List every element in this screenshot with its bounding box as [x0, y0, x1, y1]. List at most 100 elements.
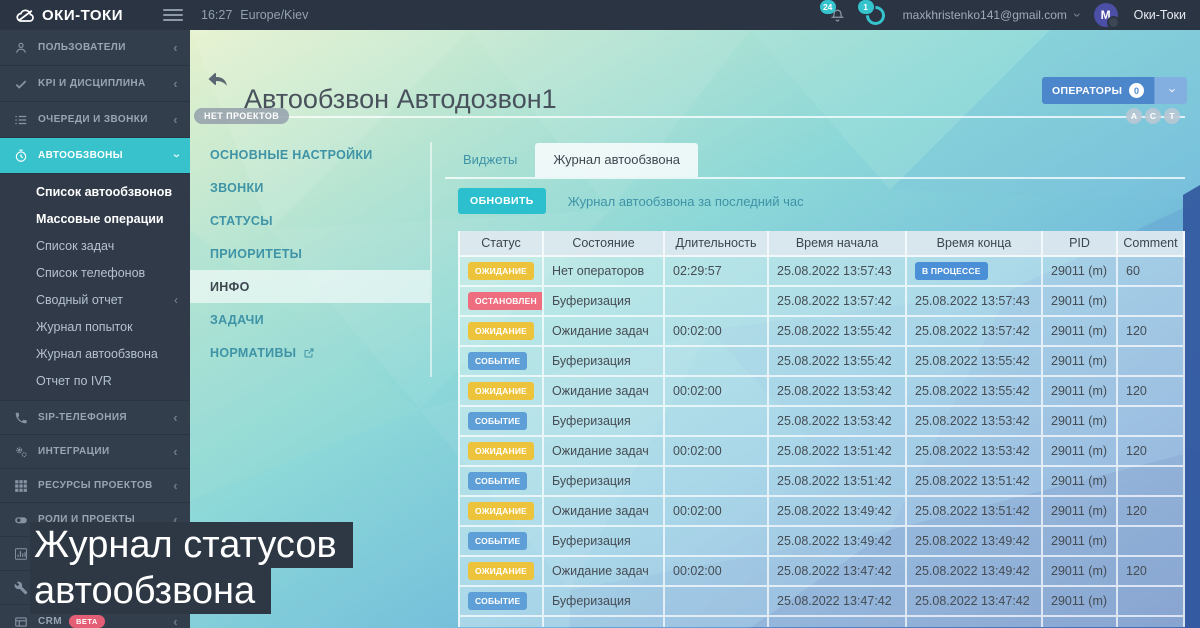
end-time-cell: 25.08.2022 13:49:42 [907, 527, 1043, 557]
sidebar-subitem-label: Отчет по IVR [36, 374, 112, 388]
column-header: Время конца [907, 231, 1043, 257]
sidebar-subitem[interactable]: Список телефонов [0, 259, 190, 286]
table-row: СОБЫТИЕБуферизация25.08.2022 13:53:4225.… [458, 407, 1185, 437]
tabs: ВиджетыЖурнал автообзвона [445, 142, 1185, 177]
status-cell: ОЖИДАНИЕ [458, 497, 544, 527]
tab-active[interactable]: Журнал автообзвона [535, 143, 698, 177]
sidebar-subitem-label: Список телефонов [36, 266, 145, 280]
sidebar-item[interactable]: АВТООБЗВОНЫ‹ [0, 138, 190, 174]
end-time-cell: 25.08.2022 13:53:42 [907, 437, 1043, 467]
state-cell: Буферизация [544, 407, 665, 437]
sidebar-item[interactable]: ОЧЕРЕДИ И ЗВОНКИ‹ [0, 102, 190, 138]
empty-cell [769, 617, 907, 627]
sidebar-item-label: АВТООБЗВОНЫ [38, 150, 123, 161]
operators-button-label: ОПЕРАТОРЫ [1052, 85, 1122, 97]
status-badge: В ПРОЦЕССЕ [915, 262, 988, 280]
sidebar-item-label: ОЧЕРЕДИ И ЗВОНКИ [38, 114, 148, 125]
letter-badge-t[interactable]: T [1164, 108, 1180, 124]
avatar[interactable]: M [1094, 3, 1118, 27]
sidebar-item[interactable]: SIP-ТЕЛЕФОНИЯ ‹ [0, 401, 190, 435]
subnav-item[interactable]: ЗВОНКИ [190, 171, 430, 204]
table-row: ОЖИДАНИЕОжидание задач00:02:0025.08.2022… [458, 317, 1185, 347]
tabs-divider [445, 177, 1185, 179]
table-row: ОЖИДАНИЕНет операторов02:29:5725.08.2022… [458, 257, 1185, 287]
table-row: ОЖИДАНИЕОжидание задач00:02:0025.08.2022… [458, 497, 1185, 527]
sidebar-item[interactable]: KPI И ДИСЦИПЛИНА‹ [0, 66, 190, 102]
subnav-item[interactable]: ПРИОРИТЕТЫ [190, 237, 430, 270]
sidebar-item[interactable]: РЕСУРСЫ ПРОЕКТОВ‹ [0, 469, 190, 503]
operators-dropdown-button[interactable]: ‹ [1154, 77, 1187, 104]
end-time-cell: 25.08.2022 13:57:43 [907, 287, 1043, 317]
comment-cell [1118, 407, 1185, 437]
state-cell: Буферизация [544, 527, 665, 557]
start-time-cell: 25.08.2022 13:51:42 [769, 437, 907, 467]
sidebar-item[interactable]: ИНТЕГРАЦИИ‹ [0, 435, 190, 469]
tab-inactive[interactable]: Виджеты [445, 143, 535, 177]
table-row: СОБЫТИЕБуферизация25.08.2022 13:55:4225.… [458, 347, 1185, 377]
back-button[interactable] [204, 68, 234, 94]
sidebar-item[interactable]: ПОЛЬЗОВАТЕЛИ‹ [0, 30, 190, 66]
subnav-item[interactable]: ИНФО [190, 270, 430, 303]
start-time-cell: 25.08.2022 13:53:42 [769, 377, 907, 407]
sidebar-subitem[interactable]: Журнал автообзвона [0, 340, 190, 367]
end-time-cell: 25.08.2022 13:53:42 [907, 407, 1043, 437]
menu-toggle-icon[interactable] [163, 9, 183, 21]
table-row: ОЖИДАНИЕОжидание задач00:02:0025.08.2022… [458, 377, 1185, 407]
status-badge: ОЖИДАНИЕ [468, 562, 534, 580]
operators-button[interactable]: ОПЕРАТОРЫ 0 [1042, 77, 1154, 104]
duration-cell: 00:02:00 [665, 317, 769, 347]
duration-cell [665, 287, 769, 317]
sidebar-subitem[interactable]: Сводный отчет‹ [0, 286, 190, 313]
empty-cell [907, 617, 1043, 627]
account-menu[interactable]: maxkhristenko141@gmail.com ‹ [903, 8, 1078, 22]
sidebar-subitem[interactable]: Отчет по IVR [0, 367, 190, 394]
sidebar-subitem[interactable]: Массовые операции [0, 205, 190, 232]
status-cell: СОБЫТИЕ [458, 467, 544, 497]
account-name: Оки-Токи [1134, 8, 1186, 22]
sidebar-subitem[interactable]: Список задач [0, 232, 190, 259]
start-time-cell: 25.08.2022 13:51:42 [769, 467, 907, 497]
status-cell: СОБЫТИЕ [458, 587, 544, 617]
sidebar-subitem-label: Массовые операции [36, 212, 164, 226]
pid-cell: 29011 (m) [1043, 587, 1118, 617]
subnav-item[interactable]: ОСНОВНЫЕ НАСТРОЙКИ [190, 138, 430, 171]
comment-cell [1118, 527, 1185, 557]
state-cell: Ожидание задач [544, 377, 665, 407]
end-time-cell: 25.08.2022 13:49:42 [907, 557, 1043, 587]
subnav-item[interactable]: ЗАДАЧИ [190, 303, 430, 336]
letter-badge-a[interactable]: A [1126, 108, 1142, 124]
subnav-item[interactable]: СТАТУСЫ [190, 204, 430, 237]
chevron-left-icon: ‹ [173, 411, 178, 424]
chevron-left-icon: ‹ [174, 294, 178, 306]
topbar: ОКИ-ТОКИ 16:27 Europe/Kiev 24 1 maxkhris… [0, 0, 1200, 30]
state-cell: Буферизация [544, 347, 665, 377]
status-badge: ОЖИДАНИЕ [468, 262, 534, 280]
duration-cell [665, 467, 769, 497]
refresh-button[interactable]: ОБНОВИТЬ [458, 188, 546, 214]
no-projects-badge: НЕТ ПРОЕКТОВ [194, 108, 289, 124]
status-cell: ОЖИДАНИЕ [458, 557, 544, 587]
subnav-item[interactable]: НОРМАТИВЫ [190, 336, 430, 369]
table-row: СОБЫТИЕБуферизация25.08.2022 13:47:4225.… [458, 587, 1185, 617]
column-header: Время начала [769, 231, 907, 257]
state-cell: Ожидание задач [544, 437, 665, 467]
duration-cell: 00:02:00 [665, 557, 769, 587]
notifications-bell-icon[interactable]: 24 [827, 4, 849, 26]
duration-cell: 02:29:57 [665, 257, 769, 287]
screenshot-caption: Журнал статусов автообзвона [30, 522, 353, 614]
pid-cell: 29011 (m) [1043, 407, 1118, 437]
column-header: Состояние [544, 231, 665, 257]
timezone-label: Europe/Kiev [240, 8, 308, 22]
state-cell: Буферизация [544, 587, 665, 617]
app-logo[interactable]: ОКИ-ТОКИ [16, 7, 123, 24]
sessions-icon[interactable]: 1 [865, 4, 887, 26]
status-badge: ОЖИДАНИЕ [468, 382, 534, 400]
letter-badge-c[interactable]: C [1145, 108, 1161, 124]
state-cell: Буферизация [544, 287, 665, 317]
sidebar-subitem[interactable]: Журнал попыток [0, 313, 190, 340]
sidebar-subitem[interactable]: Список автообзвонов [0, 178, 190, 205]
sidebar-item-label: SIP-ТЕЛЕФОНИЯ [38, 412, 127, 423]
state-cell: Буферизация [544, 467, 665, 497]
end-time-cell: 25.08.2022 13:57:42 [907, 317, 1043, 347]
grid-icon [14, 479, 28, 493]
